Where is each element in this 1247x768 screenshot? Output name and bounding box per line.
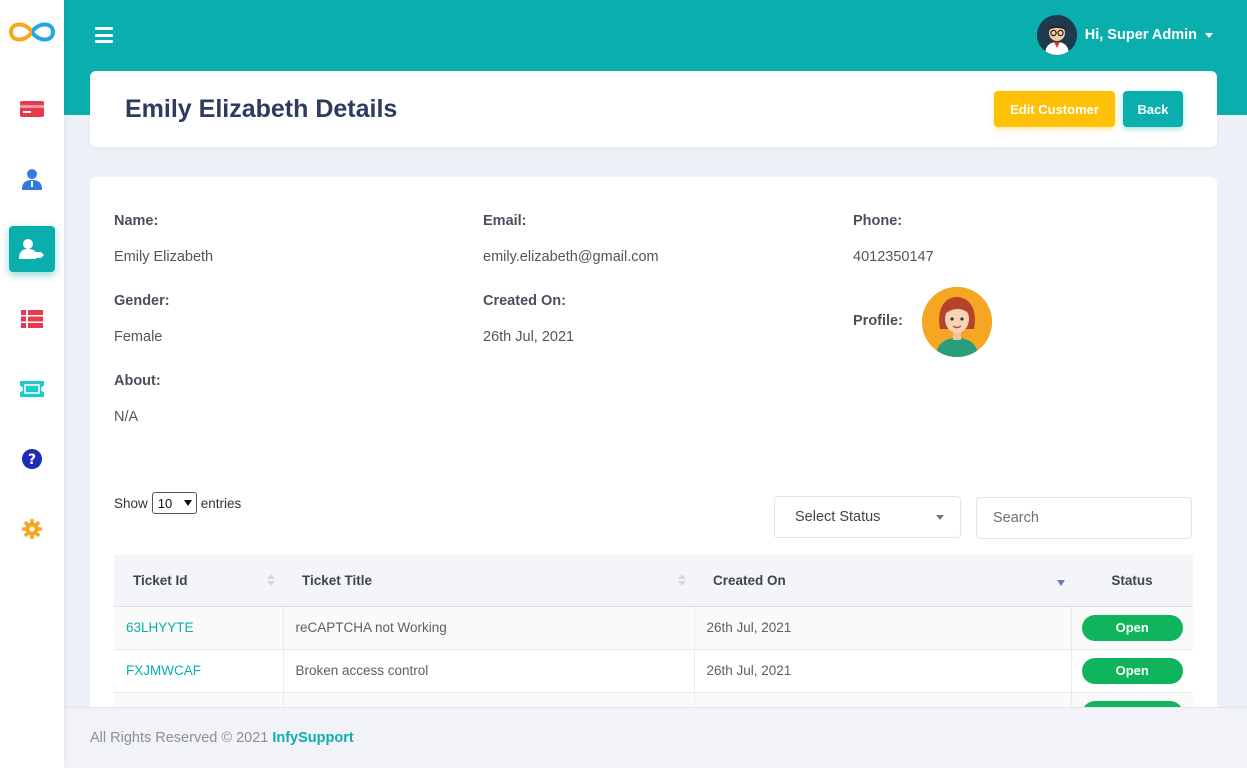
sidebar: ? [0, 0, 64, 768]
column-header-ticket-title[interactable]: Ticket Title [283, 555, 694, 607]
created-on-value: 26th Jul, 2021 [483, 329, 575, 345]
sidebar-item-tickets[interactable] [9, 366, 55, 412]
entries-label: entries [200, 495, 242, 511]
table-row: FXJMWCAF Broken access control 26th Jul,… [114, 649, 1193, 693]
admin-avatar [1036, 15, 1077, 55]
ticket-id-link[interactable]: 63LHYYTE [114, 606, 284, 650]
ticket-id-link[interactable]: FXJMWCAF [114, 649, 284, 693]
faqs-icon: ? [22, 449, 42, 469]
sort-desc-icon [1057, 580, 1065, 586]
table-row: 63LHYYTE reCAPTCHA not Working 26th Jul,… [114, 606, 1193, 650]
entries-value: 10 [157, 495, 173, 511]
phone-label: Phone: [853, 213, 903, 229]
email-value: emily.elizabeth@gmail.com [483, 249, 659, 265]
sidebar-item-dashboard[interactable] [9, 86, 55, 132]
page-length-control: Show 10 entries [114, 492, 241, 514]
name-value: Emily Elizabeth [114, 249, 214, 265]
categories-icon [21, 310, 43, 328]
search-input[interactable] [976, 497, 1192, 539]
entries-per-page-select[interactable]: 10 [151, 492, 197, 514]
chevron-down-icon [1205, 32, 1213, 38]
column-header-ticket-id[interactable]: Ticket Id [114, 555, 283, 607]
ticket-status-cell: Open [1071, 649, 1193, 693]
status-badge: Open [1081, 614, 1183, 641]
gender-label: Gender: [114, 293, 170, 309]
sidebar-item-agents[interactable] [9, 156, 55, 202]
table-header-row: Ticket Id Ticket Title Created On Status [114, 555, 1193, 607]
user-menu[interactable]: Hi, Super Admin [1036, 15, 1213, 55]
show-label: Show [114, 495, 148, 511]
sidebar-item-customers[interactable] [9, 226, 55, 272]
email-label: Email: [483, 213, 527, 229]
about-label: About: [114, 373, 161, 389]
about-value: N/A [114, 409, 139, 425]
menu-toggle-icon[interactable] [95, 27, 113, 43]
phone-value: 4012350147 [853, 249, 934, 265]
column-header-status[interactable]: Status [1071, 555, 1193, 607]
copyright-text: All Rights Reserved © 2021 [90, 730, 269, 746]
tickets-icon [20, 381, 44, 397]
column-header-created-on[interactable]: Created On [694, 555, 1071, 607]
brand-link[interactable]: InfySupport [272, 730, 353, 746]
gender-value: Female [114, 329, 163, 345]
chevron-down-icon [936, 514, 944, 520]
profile-avatar [922, 287, 992, 357]
ticket-created-on: 26th Jul, 2021 [694, 606, 1072, 650]
edit-customer-button[interactable]: Edit Customer [994, 91, 1115, 127]
sidebar-item-faqs[interactable]: ? [9, 436, 55, 482]
status-badge: Open [1081, 657, 1183, 684]
gear-icon [22, 519, 42, 539]
page-title: Emily Elizabeth Details [125, 95, 398, 123]
ticket-title: reCAPTCHA not Working [283, 606, 695, 650]
page-header-card: Emily Elizabeth Details Edit Customer Ba… [90, 71, 1217, 147]
back-button[interactable]: Back [1123, 91, 1183, 127]
customers-icon [19, 238, 45, 260]
customer-details-card: Name: Emily Elizabeth Email: emily.eliza… [90, 177, 1217, 737]
sort-icon [678, 574, 686, 588]
footer: All Rights Reserved © 2021 InfySupport [64, 707, 1247, 768]
ticket-created-on: 26th Jul, 2021 [694, 649, 1072, 693]
infinity-logo-icon[interactable] [7, 18, 57, 46]
svg-text:?: ? [28, 452, 36, 468]
status-filter-select[interactable]: Select Status [774, 496, 961, 538]
created-on-label: Created On: [483, 293, 566, 309]
sidebar-item-settings[interactable] [9, 506, 55, 552]
name-label: Name: [114, 213, 159, 229]
user-greeting: Hi, Super Admin [1084, 27, 1197, 43]
dashboard-icon [20, 101, 44, 117]
profile-label: Profile: [853, 313, 903, 329]
status-filter-value: Select Status [795, 509, 881, 525]
ticket-title: Broken access control [283, 649, 695, 693]
chevron-down-icon [183, 500, 192, 506]
agents-icon [22, 168, 42, 190]
sort-icon [267, 574, 275, 588]
sidebar-item-categories[interactable] [9, 296, 55, 342]
ticket-status-cell: Open [1071, 606, 1193, 650]
